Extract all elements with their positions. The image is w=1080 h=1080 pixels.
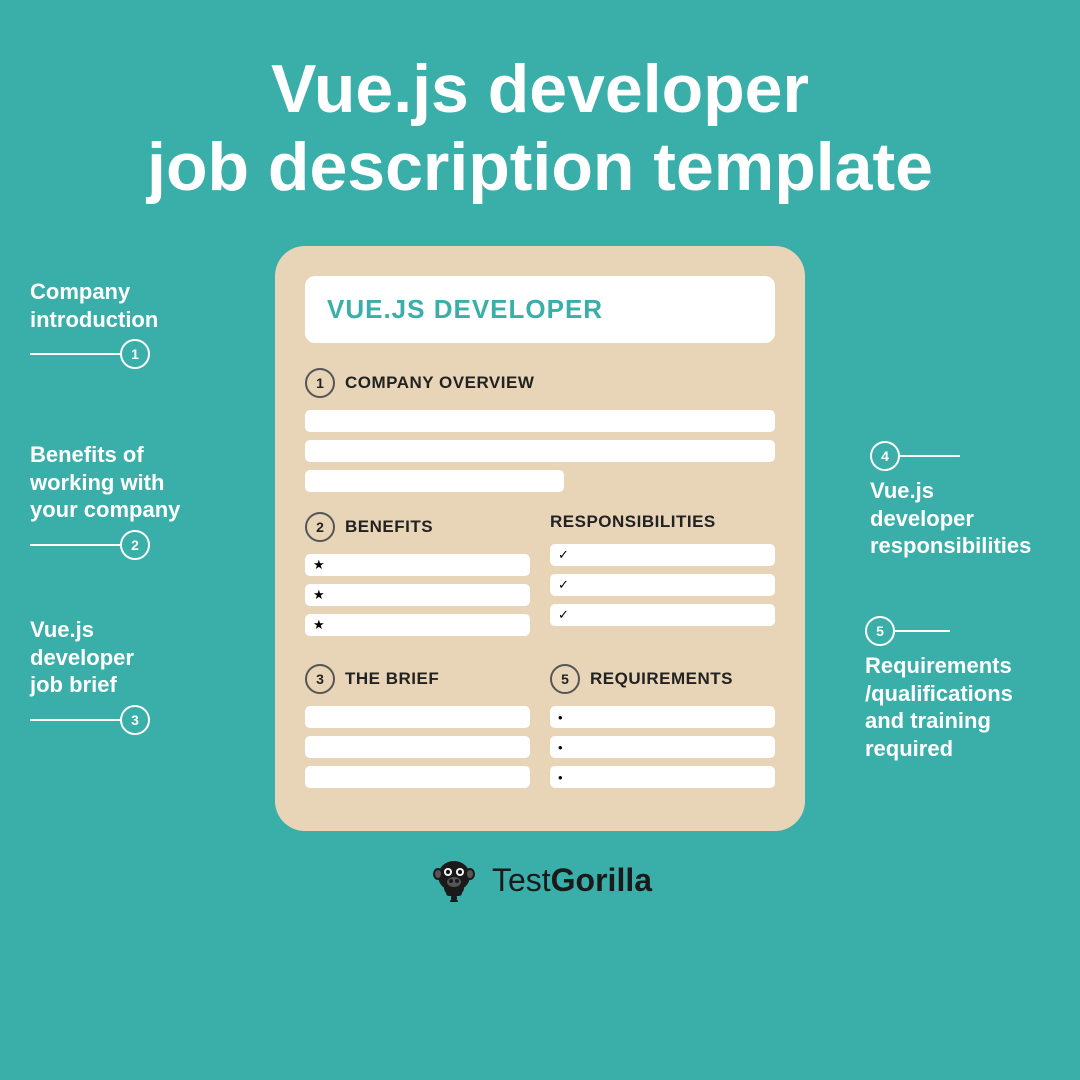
star-icon-2: ★ xyxy=(313,587,325,603)
section-2-badge: 2 xyxy=(305,512,335,542)
badge-3: 3 xyxy=(120,705,150,735)
section-responsibilities: RESPONSIBILITIES ✓ ✓ ✓ xyxy=(550,512,775,644)
check-icon-3: ✓ xyxy=(558,607,569,623)
section-2-title: BENEFITS xyxy=(345,517,433,537)
annotation-3: Vue.jsdeveloperjob brief 3 xyxy=(30,616,150,735)
check-icon-1: ✓ xyxy=(558,547,569,563)
requirement-3: • xyxy=(550,766,775,788)
ann-3-text: Vue.jsdeveloperjob brief xyxy=(30,616,134,699)
title-line2: job description template xyxy=(147,129,933,205)
brand-bold: Gorilla xyxy=(551,862,652,898)
overview-line-1 xyxy=(305,410,775,432)
badge-2: 2 xyxy=(120,530,150,560)
section-1-title: COMPANY OVERVIEW xyxy=(345,373,534,393)
footer: TestGorilla xyxy=(0,854,1080,906)
bullet-icon-1: • xyxy=(558,710,563,725)
job-title: VUE.JS DEVELOPER xyxy=(327,294,603,324)
annotation-5: 5 Requirements/qualificationsand trainin… xyxy=(865,616,1050,762)
ann-5-text: Requirements/qualificationsand trainingr… xyxy=(865,653,1013,761)
section-4-title: RESPONSIBILITIES xyxy=(550,512,716,532)
brief-line-3 xyxy=(305,766,530,788)
annotation-2: Benefits ofworking withyour company 2 xyxy=(30,441,180,560)
brand-light: Test xyxy=(492,862,551,898)
section-brief: 3 THE BRIEF xyxy=(305,664,530,796)
requirement-1: • xyxy=(550,706,775,728)
section-3-badge: 3 xyxy=(305,664,335,694)
badge-4: 4 xyxy=(870,441,900,471)
gorilla-icon xyxy=(428,854,480,906)
brief-line-2 xyxy=(305,736,530,758)
ann-4-text: Vue.jsdeveloperresponsibilities xyxy=(870,478,1031,558)
title-line1: Vue.js developer xyxy=(271,51,809,127)
annotation-1: Companyintroduction 1 xyxy=(30,278,158,369)
badge-1: 1 xyxy=(120,339,150,369)
badge-5: 5 xyxy=(865,616,895,646)
responsibility-2: ✓ xyxy=(550,574,775,596)
star-icon-3: ★ xyxy=(313,617,325,633)
section-1-badge: 1 xyxy=(305,368,335,398)
job-description-card: VUE.JS DEVELOPER 1 COMPANY OVERVIEW 2 xyxy=(275,246,805,831)
ann-2-text: Benefits ofworking withyour company xyxy=(30,441,180,524)
section-5-badge: 5 xyxy=(550,664,580,694)
bullet-icon-2: • xyxy=(558,740,563,755)
benefit-1: ★ xyxy=(305,554,530,576)
ann-1-text: Companyintroduction xyxy=(30,278,158,333)
star-icon-1: ★ xyxy=(313,557,325,573)
section-benefits: 2 BENEFITS ★ ★ ★ xyxy=(305,512,530,644)
annotation-4: 4 Vue.jsdeveloperresponsibilities xyxy=(870,441,1050,560)
responsibility-3: ✓ xyxy=(550,604,775,626)
overview-line-2 xyxy=(305,440,775,462)
benefit-2: ★ xyxy=(305,584,530,606)
section-3-title: THE BRIEF xyxy=(345,669,439,689)
section-5-title: REQUIREMENTS xyxy=(590,669,733,689)
bullet-icon-3: • xyxy=(558,770,563,785)
section-company-overview: 1 COMPANY OVERVIEW xyxy=(305,368,775,492)
responsibility-1: ✓ xyxy=(550,544,775,566)
section-requirements: 5 REQUIREMENTS • • • xyxy=(550,664,775,796)
main-title: Vue.js developer job description templat… xyxy=(0,0,1080,236)
job-title-box: VUE.JS DEVELOPER xyxy=(305,276,775,343)
footer-brand-text: TestGorilla xyxy=(492,862,652,899)
requirement-2: • xyxy=(550,736,775,758)
check-icon-2: ✓ xyxy=(558,577,569,593)
overview-line-3 xyxy=(305,470,564,492)
benefit-3: ★ xyxy=(305,614,530,636)
brief-line-1 xyxy=(305,706,530,728)
